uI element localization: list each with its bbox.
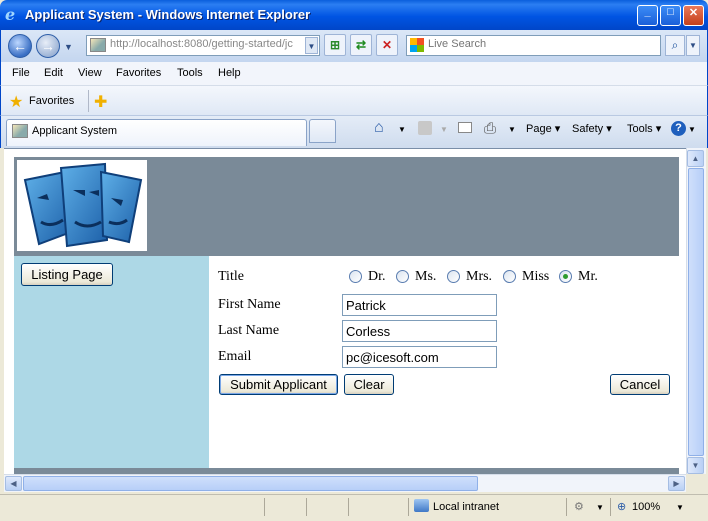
favorites-button[interactable]: Favorites bbox=[29, 95, 74, 107]
status-divider bbox=[610, 498, 611, 516]
page-menu-button[interactable]: Page ▾ bbox=[526, 122, 560, 135]
first-name-field[interactable] bbox=[342, 294, 497, 316]
status-divider bbox=[348, 498, 349, 516]
favorites-separator bbox=[88, 90, 89, 112]
menu-edit[interactable]: Edit bbox=[44, 67, 63, 79]
mail-icon[interactable] bbox=[458, 122, 472, 133]
title-radio-mrs[interactable] bbox=[447, 270, 460, 283]
scroll-up-arrow-icon[interactable]: ▲ bbox=[687, 150, 704, 167]
vertical-scroll-thumb[interactable] bbox=[688, 168, 704, 456]
home-icon[interactable]: ⌂ bbox=[374, 119, 384, 137]
maximize-button[interactable]: □ bbox=[660, 5, 681, 26]
listing-page-button[interactable]: Listing Page bbox=[21, 263, 113, 286]
clear-button[interactable]: Clear bbox=[344, 374, 394, 395]
feeds-icon[interactable] bbox=[418, 121, 432, 135]
horizontal-scroll-thumb[interactable] bbox=[23, 476, 478, 491]
scroll-left-arrow-icon[interactable]: ◀ bbox=[5, 476, 22, 491]
stop-button[interactable]: ✕ bbox=[376, 34, 398, 56]
address-dropdown-button[interactable]: ▼ bbox=[305, 37, 318, 54]
ie-icon: e bbox=[5, 5, 16, 24]
minimize-button[interactable]: _ bbox=[637, 5, 658, 26]
last-name-label: Last Name bbox=[218, 323, 280, 338]
email-field[interactable] bbox=[342, 346, 497, 368]
menu-view[interactable]: View bbox=[78, 67, 102, 79]
status-divider bbox=[306, 498, 307, 516]
title-option-mr-label[interactable]: Mr. bbox=[578, 269, 598, 285]
title-radio-ms[interactable] bbox=[396, 270, 409, 283]
faces-logo-icon bbox=[23, 162, 143, 248]
title-option-dr-label[interactable]: Dr. bbox=[368, 269, 386, 285]
title-radio-miss[interactable] bbox=[503, 270, 516, 283]
new-tab-button[interactable] bbox=[309, 119, 336, 143]
help-icon[interactable]: ? bbox=[671, 121, 686, 136]
last-name-field[interactable] bbox=[342, 320, 497, 342]
close-button[interactable]: ✕ bbox=[683, 5, 704, 26]
protected-mode-dropdown[interactable]: ▼ bbox=[596, 503, 604, 512]
zoom-icon[interactable]: ⊕ bbox=[617, 500, 626, 513]
logo bbox=[17, 160, 147, 251]
menu-bar bbox=[0, 62, 708, 86]
page-menu-label: Page bbox=[526, 123, 552, 135]
tab-page-icon bbox=[12, 124, 28, 138]
status-divider bbox=[264, 498, 265, 516]
security-zone-label[interactable]: Local intranet bbox=[433, 501, 499, 513]
first-name-label: First Name bbox=[218, 297, 281, 312]
protected-mode-icon[interactable]: ⚙ bbox=[574, 500, 584, 513]
submit-applicant-button[interactable]: Submit Applicant bbox=[219, 374, 338, 395]
print-dropdown[interactable]: ▼ bbox=[508, 125, 516, 134]
refresh-button[interactable]: ⇄ bbox=[350, 34, 372, 56]
back-button[interactable]: ← bbox=[8, 34, 32, 58]
search-options-dropdown[interactable]: ▼ bbox=[686, 35, 700, 56]
title-radio-mr[interactable] bbox=[559, 270, 572, 283]
title-label: Title bbox=[218, 269, 244, 284]
tab-label[interactable]: Applicant System bbox=[32, 125, 117, 137]
help-dropdown[interactable]: ▼ bbox=[688, 125, 696, 134]
tools-menu-label: Tools bbox=[627, 123, 653, 135]
add-to-favorites-bar-icon[interactable]: ✚ bbox=[94, 92, 107, 112]
search-input[interactable] bbox=[428, 38, 653, 50]
menu-tools[interactable]: Tools bbox=[177, 67, 203, 79]
safety-menu-label: Safety bbox=[572, 123, 604, 135]
window-title: Applicant System - Windows Internet Expl… bbox=[25, 7, 311, 22]
cancel-button[interactable]: Cancel bbox=[610, 374, 670, 395]
favorites-star-icon[interactable]: ★ bbox=[9, 92, 23, 112]
search-icon[interactable]: ⌕ bbox=[665, 35, 685, 56]
title-option-mrs-label[interactable]: Mrs. bbox=[466, 269, 492, 285]
title-option-ms-label[interactable]: Ms. bbox=[415, 269, 436, 285]
title-option-miss-label[interactable]: Miss bbox=[522, 269, 549, 285]
email-label: Email bbox=[218, 349, 252, 364]
forward-button[interactable]: → bbox=[36, 34, 60, 58]
home-dropdown[interactable]: ▼ bbox=[398, 125, 406, 134]
page-icon bbox=[90, 38, 106, 52]
menu-help[interactable]: Help bbox=[218, 67, 241, 79]
safety-menu-button[interactable]: Safety ▾ bbox=[572, 122, 612, 135]
tools-menu-button[interactable]: Tools ▾ bbox=[627, 122, 661, 135]
address-url[interactable]: http://localhost:8080/getting-started/jc bbox=[110, 38, 300, 50]
zoom-level[interactable]: 100% bbox=[632, 501, 660, 513]
scroll-down-arrow-icon[interactable]: ▼ bbox=[687, 457, 704, 474]
live-search-logo-icon bbox=[410, 38, 424, 52]
menu-file[interactable]: File bbox=[12, 67, 30, 79]
recent-pages-dropdown[interactable]: ▼ bbox=[64, 42, 73, 52]
status-divider bbox=[408, 498, 409, 516]
title-radio-dr[interactable] bbox=[349, 270, 362, 283]
status-divider bbox=[566, 498, 567, 516]
feeds-dropdown: ▼ bbox=[440, 125, 448, 134]
menu-favorites[interactable]: Favorites bbox=[116, 67, 161, 79]
compatibility-view-button[interactable]: ⊞ bbox=[324, 34, 346, 56]
scroll-right-arrow-icon[interactable]: ▶ bbox=[668, 476, 685, 491]
left-navigation-panel bbox=[14, 255, 209, 470]
print-icon[interactable]: ⎙ bbox=[484, 120, 496, 137]
zoom-dropdown[interactable]: ▼ bbox=[676, 503, 684, 512]
network-zone-icon bbox=[414, 499, 429, 512]
